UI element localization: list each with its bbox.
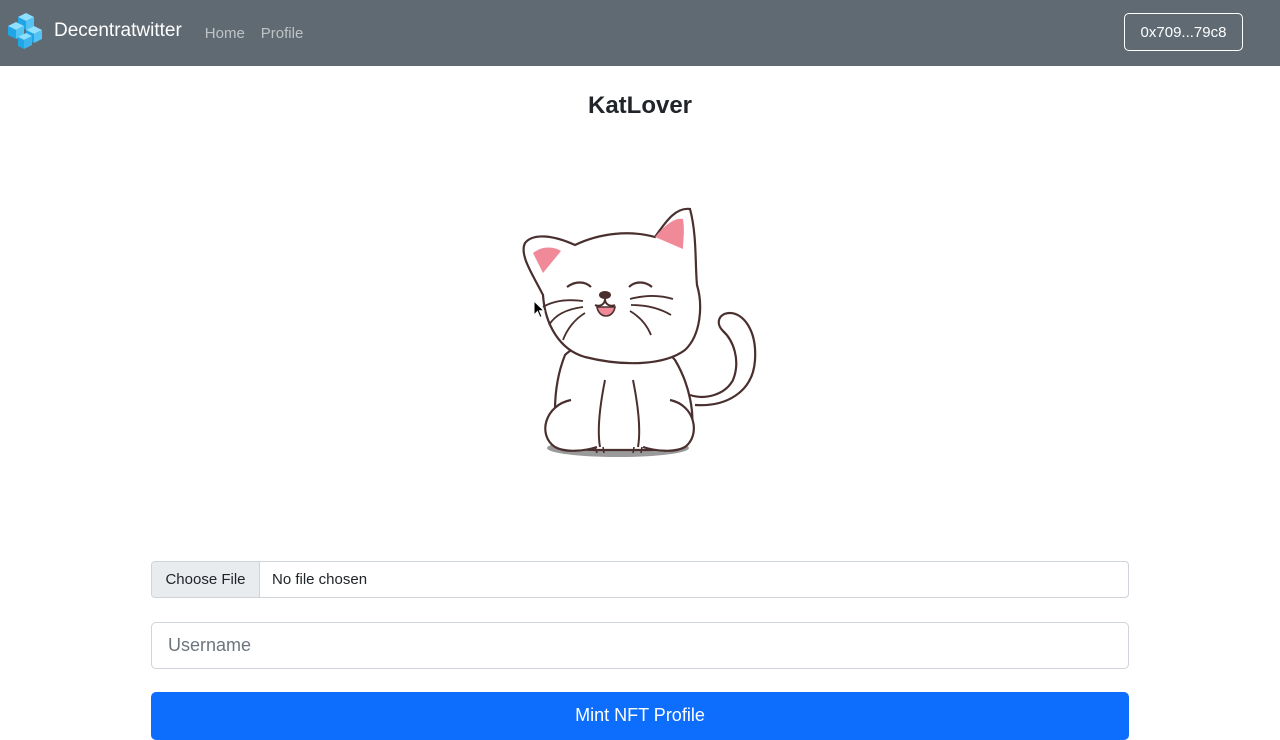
top-navbar: Decentratwitter Home Profile 0x709...79c… [0, 0, 1280, 66]
file-status-text: No file chosen [272, 571, 368, 588]
choose-file-button[interactable]: Choose File [152, 562, 260, 597]
profile-username-heading: KatLover [587, 92, 693, 119]
brand-link[interactable]: Decentratwitter [6, 0, 182, 66]
file-input[interactable]: Choose File No file chosen [151, 561, 1129, 598]
cat-avatar-image [522, 207, 757, 457]
nav-link-profile[interactable]: Profile [261, 25, 304, 42]
brand-name: Decentratwitter [54, 20, 182, 41]
cube-logo-icon [8, 13, 42, 49]
mint-nft-profile-button[interactable]: Mint NFT Profile [151, 692, 1129, 740]
wallet-address-button[interactable]: 0x709...79c8 [1124, 13, 1243, 51]
nav-link-home[interactable]: Home [205, 25, 245, 42]
username-input[interactable] [151, 622, 1129, 669]
nav-links: Home Profile [205, 25, 320, 42]
mouse-pointer-icon [533, 300, 545, 319]
